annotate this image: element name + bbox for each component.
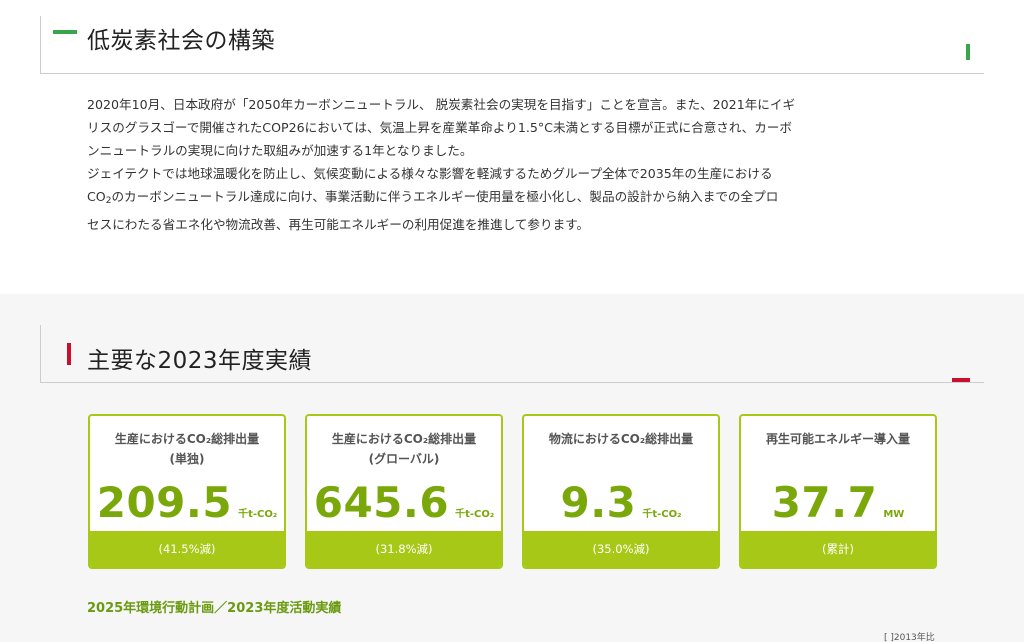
- heading-accent-mark: [53, 30, 77, 34]
- kpi-card-production-global: 生産におけるCO₂総排出量 (グローバル) 645.6 千t-CO₂ (31.8%…: [305, 414, 503, 569]
- card-number: 209.5: [96, 478, 233, 527]
- text-line: ジェイテクトでは地球温暖化を防止し、気候変動による様々な影響を軽減するためグルー…: [87, 166, 773, 181]
- baseline-note: [ ]2013年比: [884, 633, 935, 642]
- card-footer: (累計): [741, 531, 935, 567]
- card-number: 645.6: [313, 478, 450, 527]
- card-unit: MW: [883, 509, 905, 520]
- card-title: 物流におけるCO₂総排出量: [548, 432, 694, 446]
- text-line: CO2のカーボンニュートラル達成に向け、事業活動に伴うエネルギー使用量を極小化し…: [87, 185, 947, 213]
- card-value: 9.3 千t-CO₂: [524, 478, 718, 527]
- card-value: 645.6 千t-CO₂: [307, 478, 501, 527]
- card-title: 再生可能エネルギー導入量: [765, 432, 910, 446]
- card-footer: (31.8%減): [307, 531, 501, 567]
- co2-label: CO: [87, 189, 106, 204]
- heading-accent-mark: [67, 343, 71, 365]
- card-footer: (41.5%減): [90, 531, 284, 567]
- card-number: 37.7: [771, 478, 878, 527]
- section-heading-results: 主要な2023年度実績: [40, 325, 984, 383]
- action-plan-heading: 2025年環境行動計画／2023年度活動実績: [87, 601, 342, 616]
- text-line-rest: のカーボンニュートラル達成に向け、事業活動に伴うエネルギー使用量を極小化し、製品…: [111, 189, 779, 204]
- kpi-card-production-single: 生産におけるCO₂総排出量 (単独) 209.5 千t-CO₂ (41.5%減): [88, 414, 286, 569]
- text-line: 2020年10月、日本政府が「2050年カーボンニュートラル、 脱炭素社会の実現…: [87, 97, 796, 112]
- card-footer: (35.0%減): [524, 531, 718, 567]
- card-unit: 千t-CO₂: [238, 509, 278, 520]
- card-title: 生産におけるCO₂総排出量: [331, 432, 477, 446]
- section-title: 低炭素社会の構築: [87, 28, 275, 54]
- card-value: 37.7 MW: [741, 478, 935, 527]
- card-subtitle: (グローバル): [368, 452, 440, 466]
- section-title: 主要な2023年度実績: [87, 348, 313, 374]
- heading-accent-mark-right: [966, 44, 970, 60]
- text-line: ンニュートラルの実現に向けた取組みが加速する1年となりました。: [87, 143, 473, 158]
- kpi-card-renewable: 再生可能エネルギー導入量 37.7 MW (累計): [739, 414, 937, 569]
- section-heading-low-carbon: 低炭素社会の構築: [40, 16, 984, 74]
- intro-text: 2020年10月、日本政府が「2050年カーボンニュートラル、 脱炭素社会の実現…: [87, 93, 947, 236]
- kpi-card-logistics: 物流におけるCO₂総排出量 9.3 千t-CO₂ (35.0%減): [522, 414, 720, 569]
- card-title: 生産におけるCO₂総排出量: [114, 432, 260, 446]
- card-unit: 千t-CO₂: [642, 509, 682, 520]
- text-line: セスにわたる省エネ化や物流改善、再生可能エネルギーの利用促進を推進して参ります。: [87, 217, 590, 232]
- card-unit: 千t-CO₂: [455, 509, 495, 520]
- card-value: 209.5 千t-CO₂: [90, 478, 284, 527]
- card-subtitle: (単独): [169, 452, 205, 466]
- heading-accent-mark-right: [952, 378, 970, 382]
- card-number: 9.3: [560, 478, 637, 527]
- text-line: リスのグラスゴーで開催されたCOP26においては、気温上昇を産業革命より1.5°…: [87, 120, 792, 135]
